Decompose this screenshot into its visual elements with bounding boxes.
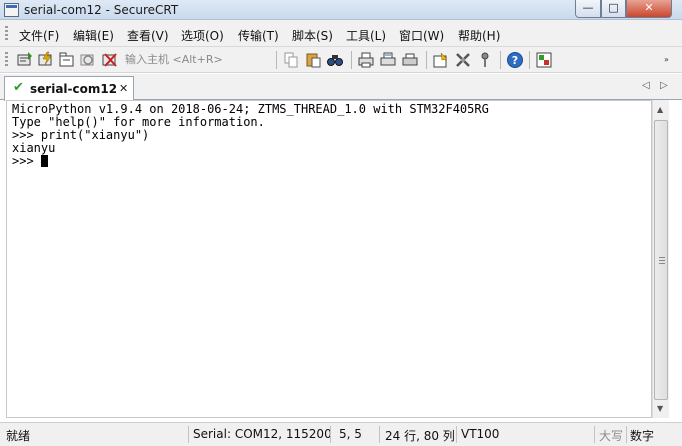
tab-scroll-left-icon[interactable]: ◁ [642, 80, 650, 91]
terminal-line: >>> print("xianyu") [12, 128, 150, 142]
toolbar-separator [351, 51, 352, 69]
status-separator [330, 426, 331, 443]
tab-label: serial-com12 [30, 82, 118, 96]
status-separator [626, 426, 627, 443]
help-icon[interactable]: ? [506, 51, 524, 69]
scrollbar-thumb[interactable] [654, 120, 668, 400]
global-options-icon[interactable] [454, 51, 472, 69]
menu-transfer[interactable]: 传输(T) [238, 27, 279, 44]
title-bar[interactable]: serial-com12 - SecureCRT — □ ✕ [0, 0, 682, 20]
print-setup-icon[interactable] [357, 51, 375, 69]
menu-tools[interactable]: 工具(L) [346, 27, 386, 44]
tab-scroll-right-icon[interactable]: ▷ [660, 80, 668, 91]
close-button[interactable]: ✕ [626, 0, 672, 18]
terminal-line: xianyu [12, 141, 56, 155]
status-ready: 就绪 [6, 429, 31, 443]
tab-close-icon[interactable]: ✕ [119, 82, 128, 95]
find-icon[interactable] [326, 51, 344, 69]
status-connection: Serial: COM12, 115200 [193, 427, 332, 441]
status-cursor-position: 5, 5 [339, 427, 362, 441]
menu-file[interactable]: 文件(F) [19, 27, 59, 44]
minimize-button[interactable]: — [575, 0, 601, 18]
sftp-icon[interactable] [535, 51, 553, 69]
paste-icon[interactable] [304, 51, 322, 69]
terminal-output[interactable]: MicroPython v1.9.4 on 2018-06-24; ZTMS_T… [6, 100, 652, 418]
toolbar-separator [529, 51, 530, 69]
maximize-button[interactable]: □ [601, 0, 626, 18]
vertical-scrollbar[interactable]: ▲ ▼ [652, 100, 669, 418]
quick-connect-icon[interactable] [37, 51, 55, 69]
toolbar-overflow-icon[interactable]: » [664, 55, 669, 64]
toolbar: 输入主机 <Alt+R> ? » [0, 47, 682, 73]
disconnect-icon[interactable] [101, 51, 119, 69]
status-separator [188, 426, 189, 443]
menu-grip[interactable] [5, 26, 8, 42]
menu-bar: 文件(F) 编辑(E) 查看(V) 选项(O) 传输(T) 脚本(S) 工具(L… [0, 20, 682, 47]
host-input[interactable]: 输入主机 <Alt+R> [125, 51, 270, 69]
copy-icon[interactable] [282, 51, 300, 69]
status-separator [456, 426, 457, 443]
status-caps-lock: 大写 [599, 429, 624, 443]
session-options-icon[interactable] [432, 51, 450, 69]
scrollbar-grip [659, 257, 665, 264]
menu-script[interactable]: 脚本(S) [292, 27, 333, 44]
reconnect-icon[interactable] [79, 51, 97, 69]
connect-tab-icon[interactable] [58, 51, 76, 69]
tab-bar: ✔ serial-com12 ✕ ◁ ▷ [0, 74, 682, 101]
status-bar: 就绪 Serial: COM12, 115200 5, 5 24 行, 80 列… [0, 422, 682, 446]
terminal-prompt: >>> [12, 154, 41, 168]
status-terminal-size: 24 行, 80 列 [385, 429, 455, 443]
toolbar-separator [426, 51, 427, 69]
status-emulation: VT100 [461, 427, 500, 441]
print-screen-icon[interactable] [401, 51, 419, 69]
svg-text:?: ? [512, 54, 518, 67]
menu-window[interactable]: 窗口(W) [399, 27, 444, 44]
toolbar-grip[interactable] [5, 52, 8, 68]
connect-icon[interactable] [16, 51, 34, 69]
toolbar-separator [500, 51, 501, 69]
menu-view[interactable]: 查看(V) [127, 27, 169, 44]
app-icon[interactable] [4, 3, 19, 17]
terminal-prompt-line: >>> [12, 155, 651, 168]
connected-check-icon: ✔ [13, 80, 24, 95]
toolbar-separator [276, 51, 277, 69]
scroll-down-icon[interactable]: ▼ [657, 404, 663, 413]
menu-edit[interactable]: 编辑(E) [73, 27, 114, 44]
status-num-lock: 数字 [630, 429, 655, 443]
menu-help[interactable]: 帮助(H) [458, 27, 500, 44]
window-title: serial-com12 - SecureCRT [24, 3, 179, 17]
print-icon[interactable] [379, 51, 397, 69]
menu-options[interactable]: 选项(O) [181, 27, 224, 44]
keymap-icon[interactable] [476, 51, 494, 69]
close-icon: ✕ [644, 1, 654, 14]
status-separator [379, 426, 380, 443]
minimize-icon: — [582, 1, 594, 14]
maximize-icon: □ [608, 1, 619, 14]
tab-serial-com12[interactable]: ✔ serial-com12 ✕ [4, 76, 134, 101]
status-separator [594, 426, 595, 443]
terminal-cursor [40, 155, 48, 167]
scroll-up-icon[interactable]: ▲ [657, 105, 663, 114]
